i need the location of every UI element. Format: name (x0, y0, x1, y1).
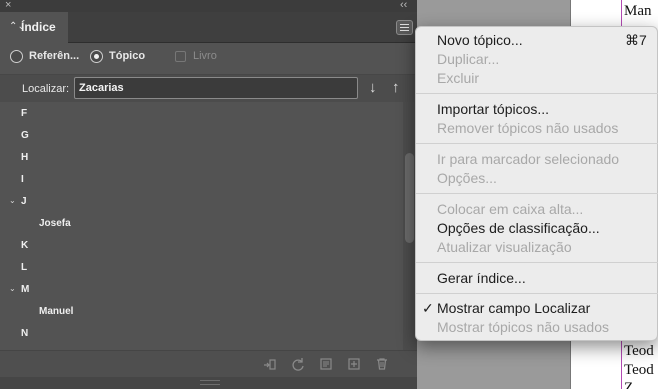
find-next-arrow-icon[interactable]: ↓ (369, 79, 377, 96)
trash-icon[interactable] (374, 356, 390, 372)
list-item[interactable]: Josefa (39, 218, 71, 236)
list-item[interactable]: F (21, 108, 27, 126)
menu-item-duplicate: Duplicar... (437, 51, 500, 67)
menu-item-remove-unused: Remover tópicos não usados (437, 120, 619, 136)
panel-context-menu: Novo tópico... ⌘7 Duplicar... Excluir Im… (415, 26, 658, 341)
checkmark-icon: ✓ (422, 300, 434, 316)
list-item[interactable]: H (21, 152, 28, 170)
tab-title: Índice (21, 20, 56, 34)
menu-item-goto-marker: Ir para marcador selecionado (437, 151, 620, 167)
list-item[interactable]: L (21, 262, 27, 280)
menu-separator (416, 293, 658, 294)
new-entry-icon[interactable] (346, 356, 362, 372)
list-item[interactable]: Manuel (39, 306, 73, 324)
expanded-chevron-icon[interactable]: ⌄ (9, 284, 16, 293)
book-checkbox[interactable] (175, 51, 186, 62)
scrollbar-thumb[interactable] (405, 153, 414, 243)
panel-resize-grip[interactable] (0, 377, 417, 389)
menu-item-import-topics[interactable]: Importar tópicos... (437, 101, 549, 117)
panel-tab-strip: ⌃⌄ Índice (0, 12, 417, 43)
document-text: Teod (624, 362, 654, 378)
menu-item-generate-index[interactable]: Gerar índice... (437, 270, 526, 286)
panel-menu-button[interactable] (396, 20, 413, 35)
panel-toolbar (0, 350, 417, 377)
hamburger-icon (400, 24, 409, 25)
topic-list: F G H I ⌄ J Josefa K L ⌄ M Manuel N (0, 102, 403, 350)
menu-item-options: Opções... (437, 170, 497, 186)
menu-item-show-unused: Mostrar tópicos não usados (437, 319, 609, 335)
list-item[interactable]: G (21, 130, 29, 148)
list-item[interactable]: K (21, 240, 28, 258)
close-icon[interactable]: × (5, 0, 11, 11)
menu-item-delete: Excluir (437, 70, 480, 86)
list-item[interactable]: J (21, 196, 27, 214)
references-radio[interactable] (10, 50, 23, 63)
hamburger-icon (400, 27, 409, 28)
menu-item-show-find-field[interactable]: Mostrar campo Localizar (437, 300, 590, 316)
document-text: Z (624, 380, 634, 389)
find-label: Localizar: (22, 83, 70, 95)
refresh-icon[interactable] (290, 356, 306, 372)
collapse-panel-icon[interactable]: ‹‹ (400, 0, 407, 11)
book-label: Livro (193, 50, 217, 62)
menu-item-new-topic[interactable]: Novo tópico... (437, 32, 523, 48)
find-field-row: Localizar: ↓ ↑ (0, 74, 417, 102)
find-input[interactable] (74, 77, 358, 99)
menu-item-update-preview: Atualizar visualização (437, 239, 572, 255)
hamburger-icon (400, 30, 409, 31)
expanded-chevron-icon[interactable]: ⌄ (9, 196, 16, 205)
new-topic-shortcut: ⌘7 (625, 32, 647, 48)
references-option[interactable]: Referên... (10, 49, 90, 67)
grip-icon (200, 380, 220, 385)
panel-title-bar: × ‹‹ (0, 0, 417, 12)
menu-item-sort-options[interactable]: Opções de classificação... (437, 220, 600, 236)
topic-option[interactable]: Tópico (90, 49, 160, 67)
menu-separator (416, 193, 658, 194)
topic-label: Tópico (109, 50, 146, 62)
find-previous-arrow-icon[interactable]: ↑ (392, 79, 400, 96)
index-panel: × ‹‹ ⌃⌄ Índice Referên... Tópico Livro L… (0, 0, 417, 389)
document-text: Man (624, 3, 652, 19)
menu-separator (416, 93, 658, 94)
topic-radio[interactable] (90, 50, 103, 63)
goto-topic-icon[interactable] (261, 356, 277, 372)
tab-index[interactable]: ⌃⌄ Índice (0, 12, 68, 43)
references-label: Referên... (29, 50, 80, 62)
list-item[interactable]: I (21, 174, 24, 192)
generate-index-icon[interactable] (318, 356, 334, 372)
list-item[interactable]: M (21, 284, 29, 302)
menu-item-capitalize: Colocar em caixa alta... (437, 201, 584, 217)
list-item[interactable]: N (21, 328, 28, 346)
document-text: Teod (624, 343, 654, 359)
menu-separator (416, 262, 658, 263)
menu-separator (416, 143, 658, 144)
